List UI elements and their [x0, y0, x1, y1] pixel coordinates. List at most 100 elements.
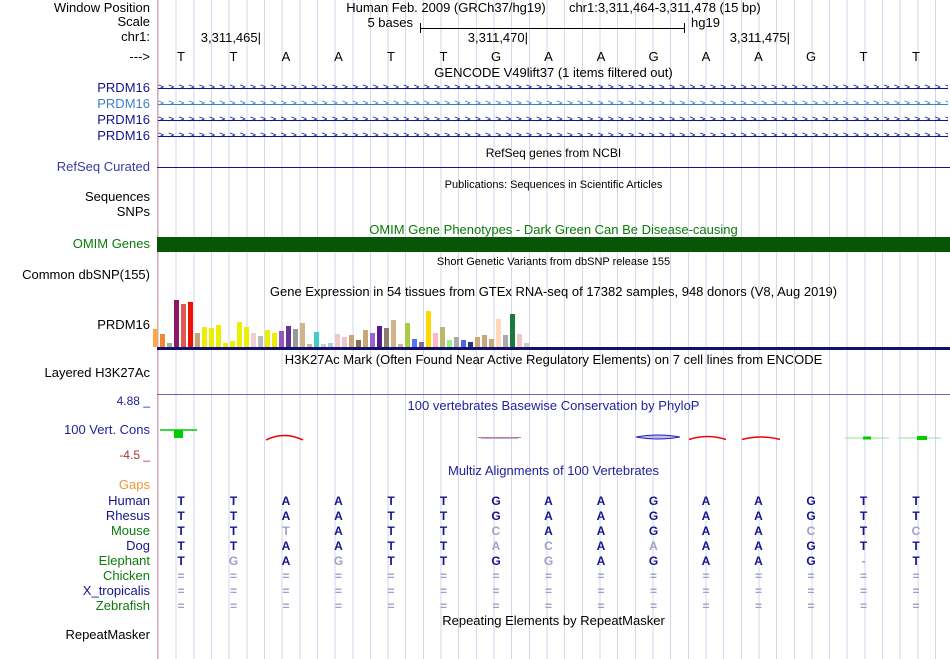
alignment-base: T [859, 494, 868, 508]
alignment-base: A [544, 509, 553, 523]
alignment-base: = [597, 584, 605, 598]
multiz-species-label[interactable]: Dog [0, 539, 150, 553]
alignment-base: A [701, 539, 711, 553]
alignment-base: = [334, 569, 342, 583]
alignment-base: = [754, 569, 762, 583]
alignment-base: A [281, 554, 291, 568]
alignment-base: T [439, 494, 448, 508]
alignment-base: A [334, 509, 343, 523]
alignment-base: A [754, 539, 763, 553]
alignment-base: = [912, 599, 920, 613]
alignment-base: G [648, 494, 659, 508]
alignment-base: T [439, 524, 448, 538]
alignment-base: A [701, 524, 711, 538]
alignment-base: T [229, 509, 238, 523]
alignment-base: A [281, 539, 291, 553]
alignment-base: G [333, 554, 344, 568]
alignment-base: A [596, 539, 606, 553]
alignment-base: = [177, 599, 185, 613]
alignment-base: T [387, 494, 395, 508]
alignment-base: = [387, 569, 395, 583]
multiz-species-label[interactable]: Zebrafish [0, 599, 150, 613]
alignment-base: G [806, 494, 816, 508]
alignment-base: = [334, 584, 342, 598]
alignment-base: = [177, 584, 185, 598]
alignment-base: = [334, 599, 342, 613]
alignment-base: A [701, 554, 711, 568]
alignment-base: = [649, 584, 657, 598]
alignment-base: A [334, 539, 343, 553]
alignment-base: = [544, 599, 552, 613]
alignment-base: = [912, 569, 920, 583]
alignment-base: A [596, 524, 606, 538]
alignment-base: - [861, 554, 866, 568]
alignment-base: = [807, 569, 815, 583]
repeatmasker-track-title: Repeating Elements by RepeatMasker [442, 613, 665, 628]
alignment-base: G [648, 524, 659, 538]
alignment-base: = [597, 569, 605, 583]
alignment-base: A [281, 509, 291, 523]
alignment-base: = [439, 599, 447, 613]
alignment-base: G [806, 554, 816, 568]
multiz-species-label[interactable]: X_tropicalis [0, 584, 150, 598]
alignment-base: = [649, 599, 657, 613]
alignment-base: = [859, 584, 867, 598]
alignment-base: A [596, 554, 606, 568]
alignment-base: A [754, 494, 763, 508]
alignment-base: G [491, 509, 501, 523]
alignment-base: G [491, 554, 501, 568]
multiz-species-label[interactable]: Mouse [0, 524, 150, 538]
alignment-base: G [228, 554, 239, 568]
alignment-base: A [544, 524, 553, 538]
multiz-species-label[interactable]: Chicken [0, 569, 150, 583]
alignment-base: A [491, 539, 501, 553]
alignment-base: T [282, 524, 290, 538]
alignment-base: = [702, 584, 710, 598]
alignment-base: = [439, 569, 447, 583]
alignment-base: G [648, 554, 659, 568]
multiz-species-label[interactable]: Rhesus [0, 509, 150, 523]
alignment-base: A [596, 509, 606, 523]
alignment-base: A [701, 509, 711, 523]
alignment-base: T [439, 509, 448, 523]
multiz-species-label[interactable]: Elephant [0, 554, 150, 568]
repeatmasker-label[interactable]: RepeatMasker [0, 628, 150, 642]
alignment-base: = [282, 569, 290, 583]
alignment-base: C [806, 524, 816, 538]
alignment-base: A [334, 524, 343, 538]
alignment-base: T [177, 509, 185, 523]
alignment-base: = [492, 599, 500, 613]
alignment-base: A [334, 494, 343, 508]
alignment-base: A [649, 539, 658, 553]
alignment-base: = [702, 569, 710, 583]
multiz-species-label[interactable]: Gaps [0, 478, 150, 492]
alignment-base: = [282, 584, 290, 598]
alignment-base: = [597, 599, 605, 613]
alignment-base: C [911, 524, 921, 538]
alignment-base: C [544, 539, 553, 553]
alignment-base: A [754, 509, 763, 523]
multiz-track-title: Multiz Alignments of 100 Vertebrates [447, 463, 659, 478]
alignment-base: T [859, 524, 868, 538]
alignment-base: T [439, 554, 448, 568]
alignment-base: T [912, 494, 920, 508]
alignment-base: A [596, 494, 606, 508]
alignment-base: G [648, 509, 659, 523]
alignment-base: T [912, 554, 920, 568]
alignment-base: A [701, 494, 711, 508]
alignment-base: A [754, 524, 763, 538]
alignment-base: = [807, 584, 815, 598]
multiz-species-label[interactable]: Human [0, 494, 150, 508]
alignment-base: T [177, 494, 185, 508]
alignment-base: = [229, 569, 237, 583]
alignment-base: = [649, 569, 657, 583]
alignment-base: G [806, 539, 816, 553]
alignment-base: G [491, 494, 501, 508]
alignment-base: T [912, 509, 920, 523]
alignment-base: = [754, 599, 762, 613]
alignment-base: T [387, 524, 395, 538]
alignment-base: C [491, 524, 501, 538]
alignment-base: T [229, 494, 238, 508]
alignment-base: = [492, 584, 500, 598]
alignment-base: = [754, 584, 762, 598]
